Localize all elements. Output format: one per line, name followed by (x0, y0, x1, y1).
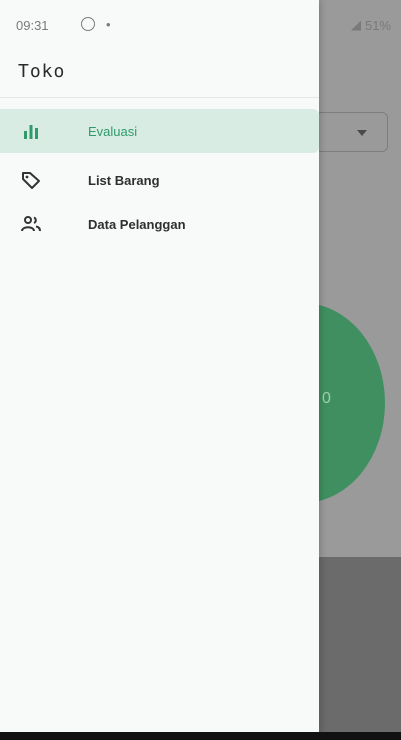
chevron-down-icon (357, 130, 367, 136)
status-time: 09:31 (16, 18, 49, 33)
system-navigation-bar (0, 732, 401, 740)
signal-icon (350, 20, 361, 31)
status-indicators: 51% (350, 18, 391, 33)
status-bar: 09:31 • 51% (0, 0, 401, 52)
drawer-title: Toko (18, 61, 66, 82)
nav-item-data-pelanggan[interactable]: Data Pelanggan (0, 202, 319, 246)
whatsapp-icon (81, 17, 95, 31)
nav-item-label: List Barang (88, 172, 160, 188)
notification-dot: • (106, 17, 111, 32)
nav-item-list-barang[interactable]: List Barang (0, 158, 319, 202)
people-icon (20, 213, 42, 235)
navigation-drawer: Toko Evaluasi List Barang Data Pelanggan (0, 0, 319, 740)
nav-item-evaluasi[interactable]: Evaluasi (0, 109, 319, 153)
nav-item-label: Evaluasi (88, 123, 138, 139)
tag-icon (20, 169, 42, 191)
battery-percent: 51% (364, 18, 391, 33)
pie-chart-value-label: 0 (322, 390, 331, 407)
bar-chart-icon (20, 120, 42, 142)
nav-item-label: Data Pelanggan (88, 216, 186, 232)
